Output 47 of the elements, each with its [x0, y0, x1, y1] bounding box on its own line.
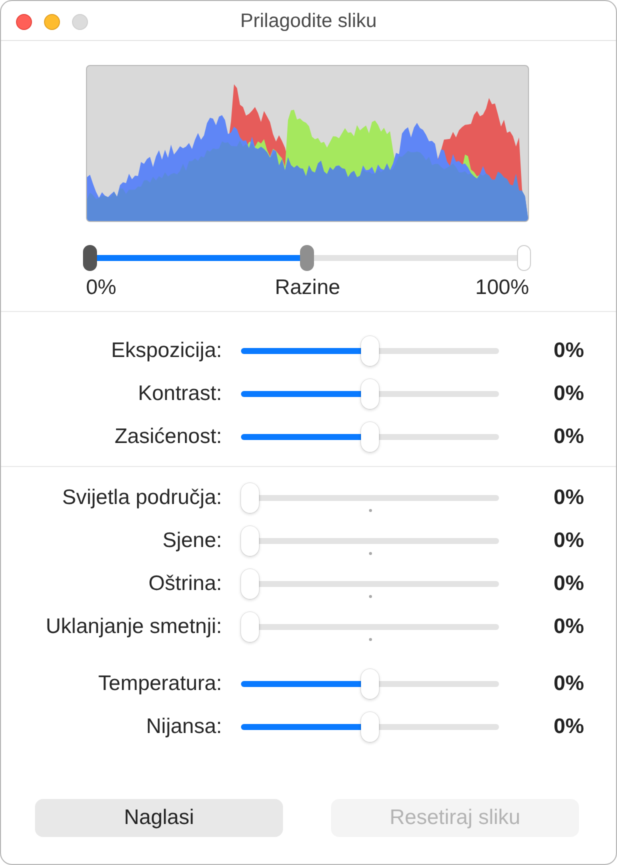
slider-label: Zasićenost: [114, 424, 222, 448]
slider-label: Oštrina: [147, 572, 222, 596]
slider-label: Uklanjanje smetnji: [44, 614, 222, 638]
levels-slider[interactable] [83, 245, 531, 271]
slider-value: 0% [552, 528, 584, 552]
slider-label: Kontrast: [136, 382, 222, 406]
slider[interactable] [241, 482, 499, 512]
slider-handle[interactable] [361, 336, 379, 366]
slider[interactable] [241, 378, 499, 408]
levels-handle[interactable] [517, 245, 531, 271]
slider-value: 0% [552, 672, 584, 696]
slider-handle[interactable] [361, 422, 379, 452]
slider-label: Ekspozicija: [110, 338, 222, 362]
close-button[interactable] [16, 14, 32, 30]
slider-handle[interactable] [241, 526, 259, 556]
levels-max-label: 100% [475, 276, 529, 300]
slider-handle[interactable] [241, 482, 259, 512]
slider[interactable] [241, 422, 499, 452]
minimize-button[interactable] [44, 14, 60, 30]
levels-min-label: 0% [86, 276, 116, 300]
slider-value: 0% [552, 424, 584, 448]
slider[interactable] [241, 526, 499, 556]
slider-label: Temperatura: [97, 672, 222, 696]
slider[interactable] [241, 568, 499, 598]
slider-handle[interactable] [241, 612, 259, 642]
slider-value: 0% [552, 486, 584, 510]
slider-handle[interactable] [361, 378, 379, 408]
slider-label: Nijansa: [145, 714, 222, 738]
slider-handle[interactable] [361, 668, 379, 698]
slider-value: 0% [552, 338, 584, 362]
slider[interactable] [241, 612, 499, 642]
slider[interactable] [241, 668, 499, 698]
slider-value: 0% [552, 714, 584, 738]
levels-handle[interactable] [83, 245, 97, 271]
slider-value: 0% [552, 382, 584, 406]
levels-handle[interactable] [300, 245, 314, 271]
slider-label: Svijetla područja: [61, 486, 222, 510]
slider[interactable] [241, 336, 499, 366]
levels-label: Razine [274, 276, 340, 300]
slider-handle[interactable] [361, 712, 379, 742]
enhance-button[interactable]: Naglasi [35, 799, 283, 837]
slider-handle[interactable] [241, 568, 259, 598]
slider-value: 0% [552, 614, 584, 638]
slider-label: Sjene: [161, 528, 222, 552]
slider-value: 0% [552, 572, 584, 596]
window-title: Prilagodite sliku [240, 10, 377, 33]
slider[interactable] [241, 712, 499, 742]
